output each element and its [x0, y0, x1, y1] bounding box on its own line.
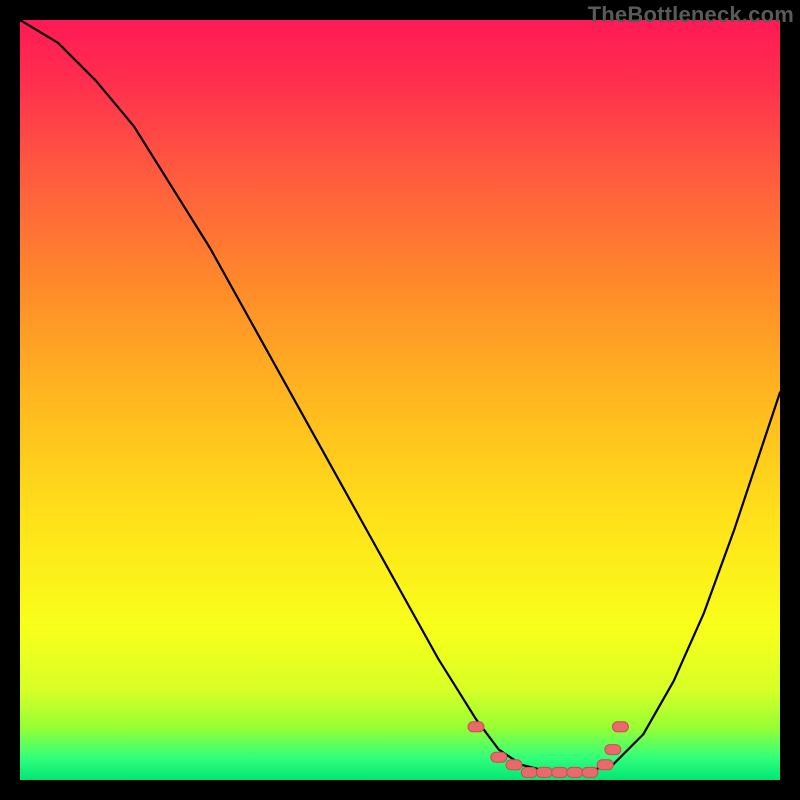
trough-marker — [536, 767, 552, 777]
trough-marker — [521, 767, 537, 777]
trough-markers — [468, 722, 628, 778]
trough-marker — [552, 767, 568, 777]
chart-frame: TheBottleneck.com — [0, 0, 800, 800]
trough-marker — [605, 745, 621, 755]
trough-marker — [567, 767, 583, 777]
trough-marker — [468, 722, 484, 732]
bottleneck-curve — [20, 20, 780, 772]
watermark-text: TheBottleneck.com — [588, 2, 794, 28]
trough-marker — [506, 760, 522, 770]
plot-area — [20, 20, 780, 780]
trough-marker — [582, 767, 598, 777]
trough-marker — [491, 752, 507, 762]
curve-layer — [20, 20, 780, 780]
trough-marker — [612, 722, 628, 732]
trough-marker — [597, 760, 613, 770]
